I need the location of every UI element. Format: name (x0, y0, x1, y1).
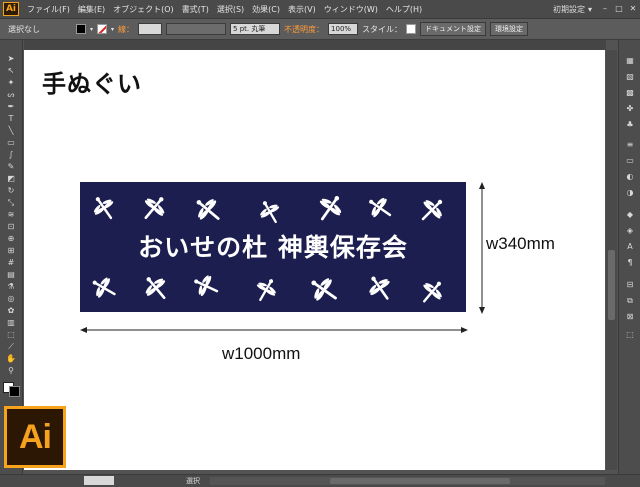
arrow-down-icon (479, 307, 485, 314)
status-bar: 選択 (0, 474, 640, 487)
lasso-tool-icon[interactable]: ᔕ (6, 90, 16, 99)
menu-window[interactable]: ウィンドウ(W) (320, 4, 382, 15)
stroke-panel-icon[interactable]: ≡ (624, 140, 636, 150)
stroke-color-icon[interactable] (9, 386, 20, 397)
zoom-tool-icon[interactable]: ⚲ (6, 366, 16, 375)
stroke-weight-field[interactable] (138, 23, 163, 35)
menu-bar: Ai ファイル(F) 編集(E) オブジェクト(O) 書式(T) 選択(S) 効… (0, 0, 640, 19)
brush-definition-field[interactable]: 5 pt. 丸筆 (230, 23, 281, 35)
transform-panel-icon[interactable]: ⊠ (624, 312, 636, 322)
menu-select[interactable]: 選択(S) (213, 4, 248, 15)
transparency-panel-icon[interactable]: ◐ (624, 172, 636, 182)
chevron-down-icon[interactable]: ▾ (90, 26, 93, 33)
mesh-tool-icon[interactable]: # (6, 258, 16, 267)
slice-tool-icon[interactable]: ⟋ (6, 342, 16, 351)
chevron-down-icon[interactable]: ▾ (111, 26, 114, 33)
pathfinder-panel-icon[interactable]: ⧉ (624, 296, 636, 306)
color-panel-icon[interactable]: ▦ (624, 56, 636, 66)
width-label: w1000mm (222, 344, 301, 363)
vertical-scrollbar[interactable] (606, 50, 617, 470)
arrow-right-icon (461, 327, 468, 333)
arrow-up-icon (479, 182, 485, 189)
preferences-button[interactable]: 環境設定 (490, 22, 529, 36)
align-panel-icon[interactable]: ⊟ (624, 280, 636, 290)
rotate-tool-icon[interactable]: ↻ (6, 186, 16, 195)
fill-swatch[interactable] (76, 24, 86, 34)
eyedropper-tool-icon[interactable]: ⚗ (6, 282, 16, 291)
pencil-tool-icon[interactable]: ✎ (6, 162, 16, 171)
graphic-styles-icon[interactable]: ◆ (624, 210, 636, 220)
perspective-grid-icon[interactable]: ⊞ (6, 246, 16, 255)
free-transform-icon[interactable]: ⊡ (6, 222, 16, 231)
artboard[interactable]: 手ぬぐい おいせの杜 神輿保存会 w1000mm w340mm (24, 50, 605, 470)
pen-tool-icon[interactable]: ✒ (6, 102, 16, 111)
scale-tool-icon[interactable]: ⤡ (6, 198, 16, 207)
paintbrush-tool-icon[interactable]: ∫ (6, 150, 16, 159)
stroke-label[interactable]: 線： (118, 24, 134, 35)
artboard-tool-icon[interactable]: ⬚ (6, 330, 16, 339)
magic-wand-icon[interactable]: ✦ (6, 78, 16, 87)
symbols-panel-icon[interactable]: ♣ (624, 120, 636, 130)
illustrator-logo: Ai (4, 406, 66, 468)
column-graph-icon[interactable]: ▥ (6, 318, 16, 327)
color-guide-icon[interactable]: ▧ (624, 72, 636, 82)
direct-selection-tool-icon[interactable]: ↖ (6, 66, 16, 75)
appearance-panel-icon[interactable]: ◑ (624, 188, 636, 198)
shape-builder-icon[interactable]: ⊕ (6, 234, 16, 243)
selection-tool-icon[interactable]: ➤ (6, 54, 16, 63)
gradient-panel-icon[interactable]: ▭ (624, 156, 636, 166)
document-setup-button[interactable]: ドキュメント設定 (420, 22, 487, 36)
menu-object[interactable]: オブジェクト(O) (109, 4, 178, 15)
line-tool-icon[interactable]: ╲ (6, 126, 16, 135)
rectangle-tool-icon[interactable]: ▭ (6, 138, 16, 147)
horizontal-scroll-thumb[interactable] (330, 478, 510, 484)
warp-tool-icon[interactable]: ≋ (6, 210, 16, 219)
banner-text: おいせの杜 神輿保存会 (138, 233, 408, 262)
zoom-field[interactable] (84, 476, 114, 485)
workspace-label: 初期設定 (552, 4, 585, 14)
eraser-tool-icon[interactable]: ◩ (6, 174, 16, 183)
swatches-panel-icon[interactable]: ▩ (624, 88, 636, 98)
blend-tool-icon[interactable]: ◎ (6, 294, 16, 303)
menu-effect[interactable]: 効果(C) (248, 4, 284, 15)
menu-help[interactable]: ヘルプ(H) (382, 4, 426, 15)
chevron-down-icon: ▾ (587, 4, 592, 14)
arrow-left-icon (80, 327, 87, 333)
character-panel-icon[interactable]: A (624, 242, 636, 252)
paragraph-panel-icon[interactable]: ¶ (624, 258, 636, 268)
artboards-panel-icon[interactable]: ⬚ (624, 330, 636, 340)
layers-panel-icon[interactable]: ◈ (624, 226, 636, 236)
control-bar: 選択なし ▾ ▾ 線： 5 pt. 丸筆 不透明度： 100% スタイル： ドキ… (0, 19, 640, 40)
menu-file[interactable]: ファイル(F) (23, 4, 74, 15)
type-tool-icon[interactable]: T (6, 114, 16, 123)
tenugui-artwork: おいせの杜 神輿保存会 (80, 182, 485, 333)
minimize-icon[interactable]: – (598, 3, 612, 15)
opacity-label[interactable]: 不透明度： (284, 24, 324, 35)
maximize-icon[interactable]: □ (612, 3, 626, 15)
stroke-none-swatch[interactable] (97, 24, 108, 34)
workspace-switcher[interactable]: 初期設定 ▾ (547, 4, 598, 15)
symbol-sprayer-icon[interactable]: ✿ (6, 306, 16, 315)
gradient-tool-icon[interactable]: ▤ (6, 270, 16, 279)
app-logo: Ai (3, 2, 19, 16)
style-swatch[interactable] (406, 24, 417, 34)
menu-type[interactable]: 書式(T) (178, 4, 213, 15)
panel-dock: ▦ ▧ ▩ ✤ ♣ ≡ ▭ ◐ ◑ ◆ ◈ A ¶ ⊟ ⧉ ⊠ ⬚ (618, 40, 640, 474)
opacity-field[interactable]: 100% (328, 23, 359, 35)
vertical-scroll-thumb[interactable] (608, 250, 615, 320)
menu-edit[interactable]: 編集(E) (74, 4, 109, 15)
style-label: スタイル： (362, 24, 403, 34)
brushes-panel-icon[interactable]: ✤ (624, 104, 636, 114)
height-label: w340mm (486, 234, 555, 253)
variable-width-field[interactable] (166, 23, 227, 35)
horizontal-scrollbar[interactable] (210, 477, 605, 485)
menu-view[interactable]: 表示(V) (284, 4, 320, 15)
close-icon[interactable]: ✕ (626, 3, 640, 15)
hand-tool-icon[interactable]: ✋ (6, 354, 16, 363)
status-mode: 選択 (186, 477, 200, 485)
document-tab-strip (24, 40, 606, 50)
selection-status: 選択なし (8, 24, 40, 34)
